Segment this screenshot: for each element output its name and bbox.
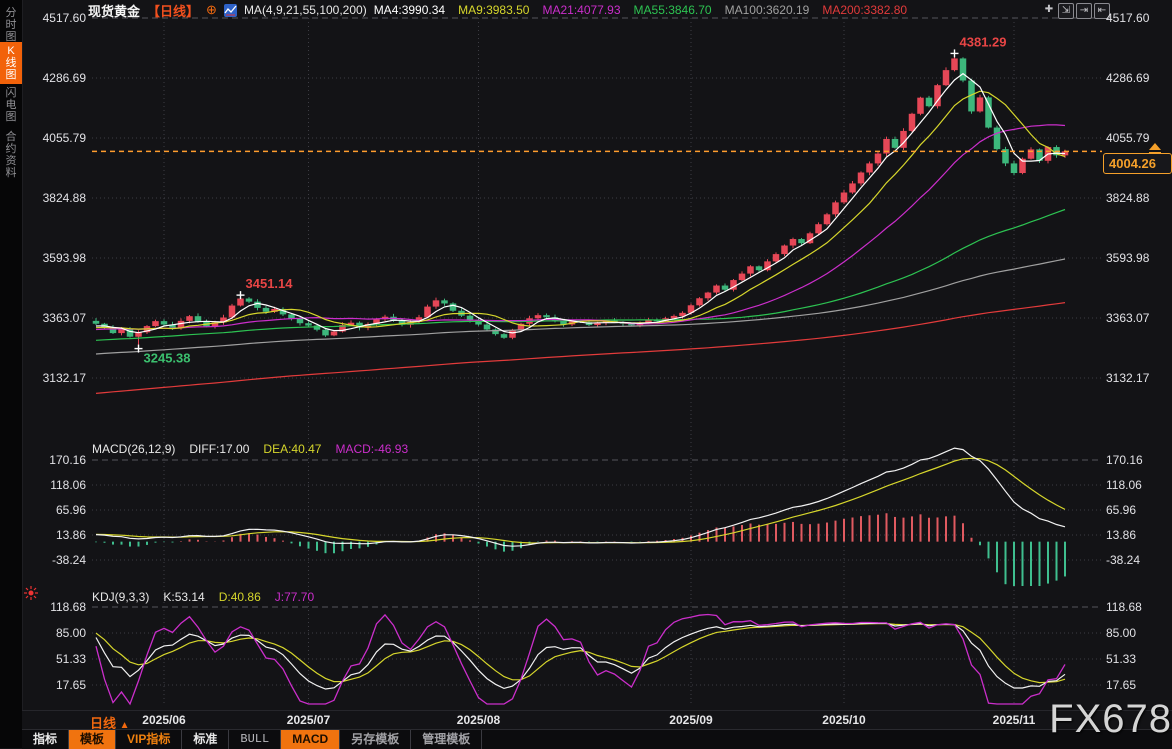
price-axis-tick: 4055.79 <box>30 131 86 145</box>
ma-legend-value: MA4:3990.34 <box>374 3 445 17</box>
sidebar-item-label: 闪电图 <box>5 87 17 123</box>
last-price-label: 4004.26 <box>1103 153 1172 174</box>
period-tag: 【日线】 <box>147 1 199 20</box>
macd-label-row: MACD(26,12,9) DIFF:17.00 DEA:40.47 MACD:… <box>92 442 408 456</box>
tab-7[interactable]: 另存模板 <box>340 730 411 749</box>
chart-toolbar: ✚⇲⇥⇤ <box>1042 3 1110 19</box>
kdj-title: KDJ(9,3,3) <box>92 590 149 604</box>
price-axis-tick: 3824.88 <box>1106 191 1168 205</box>
sidebar-item-label: K线图 <box>5 45 17 81</box>
price-axis-tick: 4517.60 <box>30 11 86 25</box>
price-axis-tick: 4286.69 <box>30 71 86 85</box>
tab-6[interactable]: MACD <box>281 730 340 749</box>
time-axis-label: 2025/09 <box>669 713 712 727</box>
tab-8[interactable]: 管理模板 <box>411 730 482 749</box>
macd-title: MACD(26,12,9) <box>92 442 175 456</box>
price-axis-tick: 3824.88 <box>30 191 86 205</box>
macd-axis-tick: 65.96 <box>1106 503 1168 517</box>
sidebar: 分时图 K线图闪电图合约资料 <box>0 0 23 748</box>
time-axis-row: 日线 ▲ 2025/062025/072025/082025/092025/10… <box>22 710 1172 730</box>
time-axis-label: 2025/11 <box>993 713 1036 727</box>
chart-type-icon[interactable] <box>224 4 237 17</box>
price-axis-tick: 3132.17 <box>30 371 86 385</box>
ma-group-label: MA(4,9,21,55,100,200) <box>244 3 367 17</box>
kdj-j-value: J:77.70 <box>275 590 314 604</box>
macd-axis-tick: 13.86 <box>1106 528 1168 542</box>
tab-2[interactable]: 模板 <box>69 730 116 749</box>
kdj-axis-tick: 51.33 <box>1106 652 1168 666</box>
chart-header: 现货黄金 【日线】 ⊕ MA(4,9,21,55,100,200) MA4:39… <box>88 2 907 18</box>
sidebar-item-label: 分时图 <box>5 7 17 43</box>
svg-text:3245.38: 3245.38 <box>144 351 191 366</box>
macd-axis-tick: 118.06 <box>30 478 86 492</box>
macd-axis-tick: 170.16 <box>1106 453 1168 467</box>
price-axis-tick: 3363.07 <box>1106 311 1168 325</box>
macd-axis-tick: -38.24 <box>30 553 86 567</box>
svg-text:4381.29: 4381.29 <box>960 34 1007 49</box>
price-axis-tick: 4055.79 <box>1106 131 1168 145</box>
kdj-axis-tick: 17.65 <box>1106 678 1168 692</box>
sidebar-item-2[interactable]: K线图 <box>0 42 22 84</box>
time-axis-label: 2025/07 <box>287 713 330 727</box>
ma-legend-value: MA55:3846.70 <box>634 3 712 17</box>
kdj-axis-tick: 17.65 <box>30 678 86 692</box>
sidebar-item-4[interactable]: 合约资料 <box>0 128 22 182</box>
time-axis-label: 2025/06 <box>142 713 185 727</box>
ma-legend-value: MA100:3620.19 <box>725 3 810 17</box>
tab-4[interactable]: 标准 <box>182 730 229 749</box>
price-axis-tick: 4517.60 <box>1106 11 1168 25</box>
kdj-axis-tick: 85.00 <box>1106 626 1168 640</box>
price-axis-tick: 3132.17 <box>1106 371 1168 385</box>
tab-1[interactable]: 指标 <box>22 730 69 749</box>
chart-canvas[interactable]: 4381.29 3451.14 3245.38 <box>0 0 1172 748</box>
ma-legend-value: MA9:3983.50 <box>458 3 529 17</box>
macd-macd-value: MACD:-46.93 <box>335 442 408 456</box>
price-axis-tick: 3363.07 <box>30 311 86 325</box>
template-tabbar: 指标模板VIP指标标准BULLMACD另存模板管理模板 <box>22 729 1172 749</box>
kdj-axis-tick: 118.68 <box>30 600 86 614</box>
tab-5[interactable]: BULL <box>229 730 281 749</box>
watermark: FX678 <box>1049 697 1172 742</box>
time-axis-label: 2025/10 <box>822 713 865 727</box>
kdj-label-row: KDJ(9,3,3) K:53.14 D:40.86 J:77.70 <box>92 590 314 604</box>
tab-3[interactable]: VIP指标 <box>116 730 182 749</box>
add-compare-icon[interactable]: ⊕ <box>206 2 217 18</box>
macd-diff-value: DIFF:17.00 <box>189 442 249 456</box>
macd-axis-tick: 13.86 <box>30 528 86 542</box>
sidebar-item-1[interactable]: 分时图 <box>0 4 22 46</box>
auto-fit-icon[interactable]: ⇲ <box>1058 3 1074 19</box>
kdj-axis-tick: 118.68 <box>1106 600 1168 614</box>
price-axis-tick: 3593.98 <box>30 251 86 265</box>
alert-icon[interactable] <box>24 586 38 600</box>
macd-dea-value: DEA:40.47 <box>263 442 321 456</box>
symbol-title: 现货黄金 <box>88 1 140 20</box>
crosshair-icon[interactable]: ✚ <box>1042 3 1056 17</box>
svg-text:3451.14: 3451.14 <box>246 276 294 291</box>
price-axis-tick: 3593.98 <box>1106 251 1168 265</box>
macd-axis-tick: -38.24 <box>1106 553 1168 567</box>
kdj-axis-tick: 51.33 <box>30 652 86 666</box>
time-axis-label: 2025/08 <box>457 713 500 727</box>
price-axis-tick: 4286.69 <box>1106 71 1168 85</box>
ma-legend-value: MA200:3382.80 <box>822 3 907 17</box>
sidebar-item-3[interactable]: 闪电图 <box>0 84 22 126</box>
sidebar-item-label: 合约资料 <box>5 131 17 179</box>
kdj-axis-tick: 85.00 <box>30 626 86 640</box>
kdj-d-value: D:40.86 <box>219 590 261 604</box>
macd-axis-tick: 118.06 <box>1106 478 1168 492</box>
macd-axis-tick: 170.16 <box>30 453 86 467</box>
ma-legend: MA4:3990.34 MA9:3983.50 MA21:4077.93 MA55:3… <box>374 3 907 17</box>
kdj-k-value: K:53.14 <box>163 590 204 604</box>
y-scale-icon[interactable]: ⇥ <box>1076 3 1092 19</box>
ma-legend-value: MA21:4077.93 <box>542 3 620 17</box>
macd-axis-tick: 65.96 <box>30 503 86 517</box>
